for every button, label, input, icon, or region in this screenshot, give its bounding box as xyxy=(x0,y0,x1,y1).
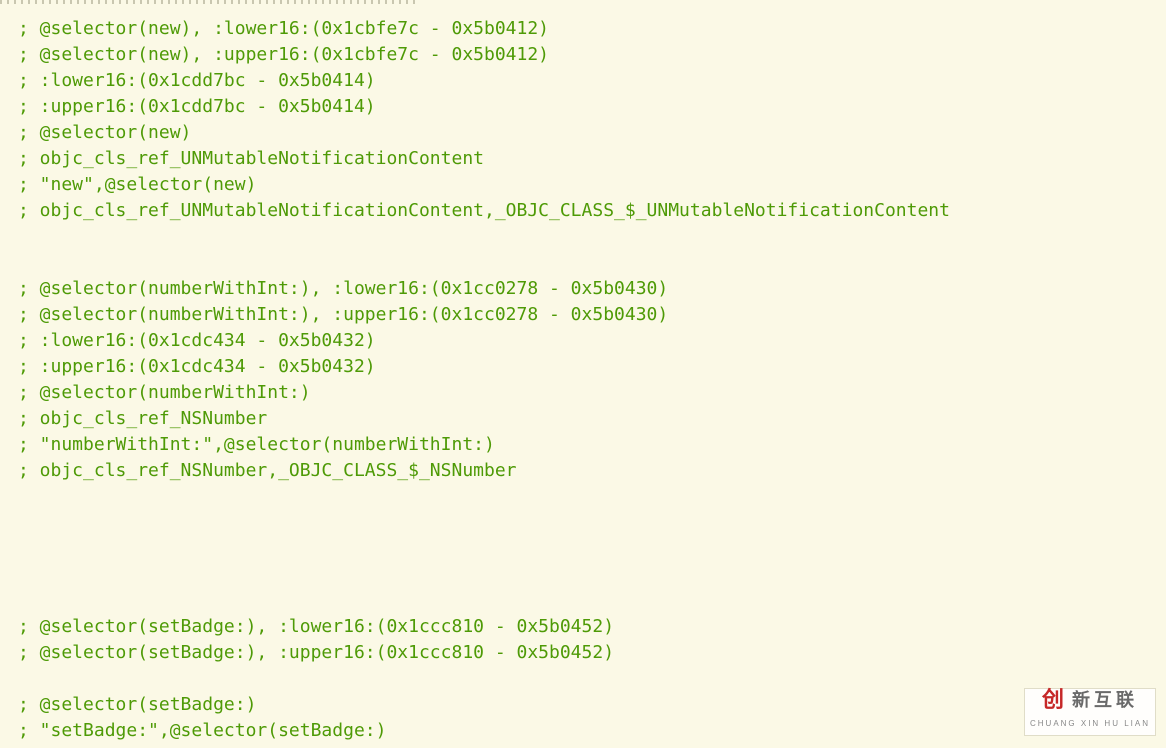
watermark-title: 创 新互联 xyxy=(1042,687,1138,713)
code-line: ; @selector(setBadge:) xyxy=(18,692,1148,718)
code-line: ; @selector(new), :lower16:(0x1cbfe7c - … xyxy=(18,16,1148,42)
blank-line xyxy=(18,250,1148,276)
code-line: ; objc_cls_ref_NSNumber xyxy=(18,406,1148,432)
code-line: ; @selector(new) xyxy=(18,120,1148,146)
blank-line xyxy=(18,666,1148,692)
blank-line xyxy=(18,588,1148,614)
code-line: ; @selector(numberWithInt:), :upper16:(0… xyxy=(18,302,1148,328)
top-border-dots xyxy=(0,0,420,4)
blank-line xyxy=(18,224,1148,250)
watermark-subtitle: CHUANG XIN HU LIAN xyxy=(1030,711,1150,737)
code-line: ; "new",@selector(new) xyxy=(18,172,1148,198)
blank-line xyxy=(18,510,1148,536)
code-line: ; @selector(setBadge:), :lower16:(0x1ccc… xyxy=(18,614,1148,640)
code-line: ; objc_cls_ref_NSNumber,_OBJC_CLASS_$_NS… xyxy=(18,458,1148,484)
code-line: ; objc_cls_ref_UNMutableNotificationCont… xyxy=(18,198,1148,224)
code-line: ; @selector(setBadge:), :upper16:(0x1ccc… xyxy=(18,640,1148,666)
code-line: ; :upper16:(0x1cdd7bc - 0x5b0414) xyxy=(18,94,1148,120)
code-line: ; :lower16:(0x1cdd7bc - 0x5b0414) xyxy=(18,68,1148,94)
code-line: ; "numberWithInt:",@selector(numberWithI… xyxy=(18,432,1148,458)
code-line: ; @selector(numberWithInt:) xyxy=(18,380,1148,406)
blank-line xyxy=(18,536,1148,562)
watermark-accent-char: 创 xyxy=(1042,687,1068,713)
code-line: ; :upper16:(0x1cdc434 - 0x5b0432) xyxy=(18,354,1148,380)
watermark-rest: 新互联 xyxy=(1072,687,1138,713)
code-line: ; :lower16:(0x1cdc434 - 0x5b0432) xyxy=(18,328,1148,354)
blank-line xyxy=(18,562,1148,588)
code-line: ; objc_cls_ref_UNMutableNotificationCont… xyxy=(18,146,1148,172)
code-line: ; "setBadge:",@selector(setBadge:) xyxy=(18,718,1148,744)
code-line: ; @selector(numberWithInt:), :lower16:(0… xyxy=(18,276,1148,302)
blank-line xyxy=(18,484,1148,510)
code-document: ; @selector(new), :lower16:(0x1cbfe7c - … xyxy=(0,0,1166,748)
watermark-logo: 创 新互联 CHUANG XIN HU LIAN xyxy=(1024,688,1156,736)
code-line: ; @selector(new), :upper16:(0x1cbfe7c - … xyxy=(18,42,1148,68)
